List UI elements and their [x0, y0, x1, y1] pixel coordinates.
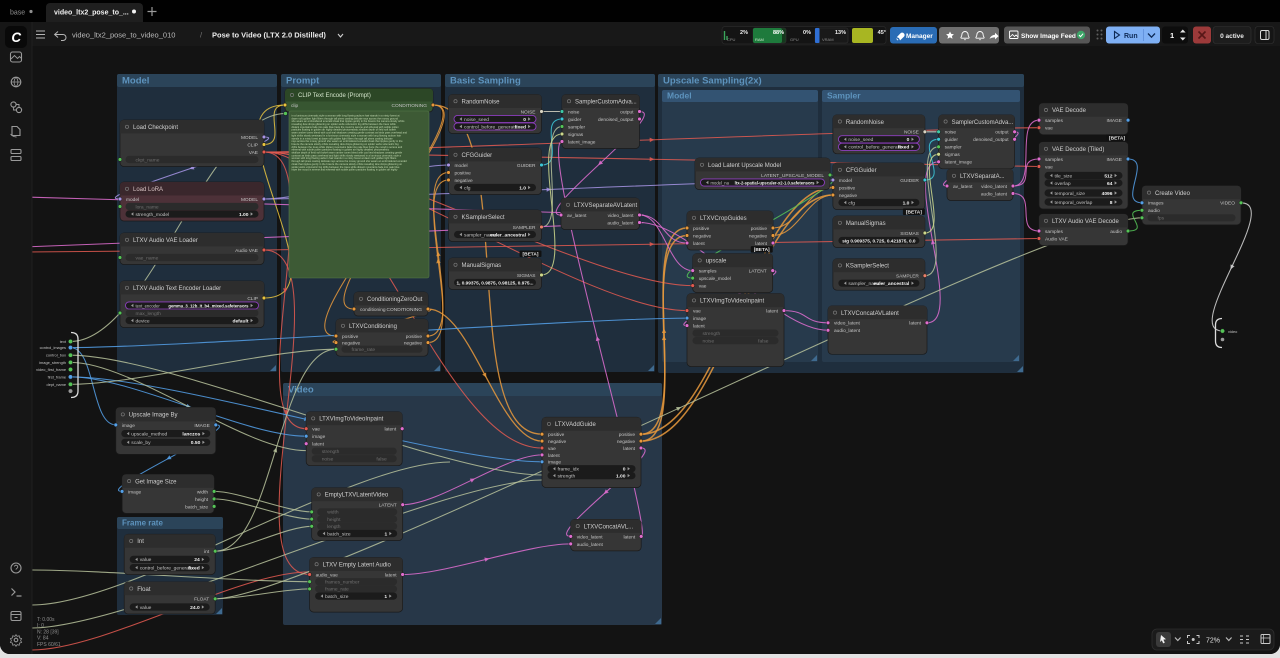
svg-text:C: C	[11, 30, 21, 45]
svg-text:FPS 60/61: FPS 60/61	[37, 642, 61, 648]
svg-text:CPU: CPU	[727, 37, 736, 42]
svg-text:45°: 45°	[878, 30, 886, 36]
svg-text:0%: 0%	[803, 30, 811, 36]
svg-text:V: 84: V: 84	[37, 636, 49, 642]
svg-text:base: base	[10, 10, 25, 17]
svg-text:RAM: RAM	[755, 37, 764, 42]
svg-text:N: 28 [39]: N: 28 [39]	[37, 629, 59, 635]
svg-text:0 active: 0 active	[1220, 33, 1244, 40]
svg-text:13%: 13%	[835, 30, 846, 36]
svg-text:video_ltx2_pose_to_video_010: video_ltx2_pose_to_video_010	[72, 31, 175, 40]
svg-text:video_ltx2_pose_to_...: video_ltx2_pose_to_...	[54, 10, 129, 17]
svg-text:Manager: Manager	[906, 33, 933, 40]
svg-text:Pose to Video (LTX 2.0 Distill: Pose to Video (LTX 2.0 Distilled)	[212, 31, 326, 40]
svg-text:1: 1	[1170, 31, 1174, 40]
svg-text:72%: 72%	[1206, 638, 1220, 645]
svg-text:GPU: GPU	[790, 37, 799, 42]
svg-text:I: 0: I: 0	[37, 623, 44, 629]
svg-text:Show Image Feed: Show Image Feed	[1021, 33, 1076, 40]
svg-text:2%: 2%	[740, 30, 748, 36]
svg-text:Run: Run	[1124, 33, 1138, 40]
svg-text:88%: 88%	[773, 30, 784, 36]
svg-text:VRAM: VRAM	[822, 37, 834, 42]
svg-text:T: 0.00s: T: 0.00s	[37, 617, 55, 623]
